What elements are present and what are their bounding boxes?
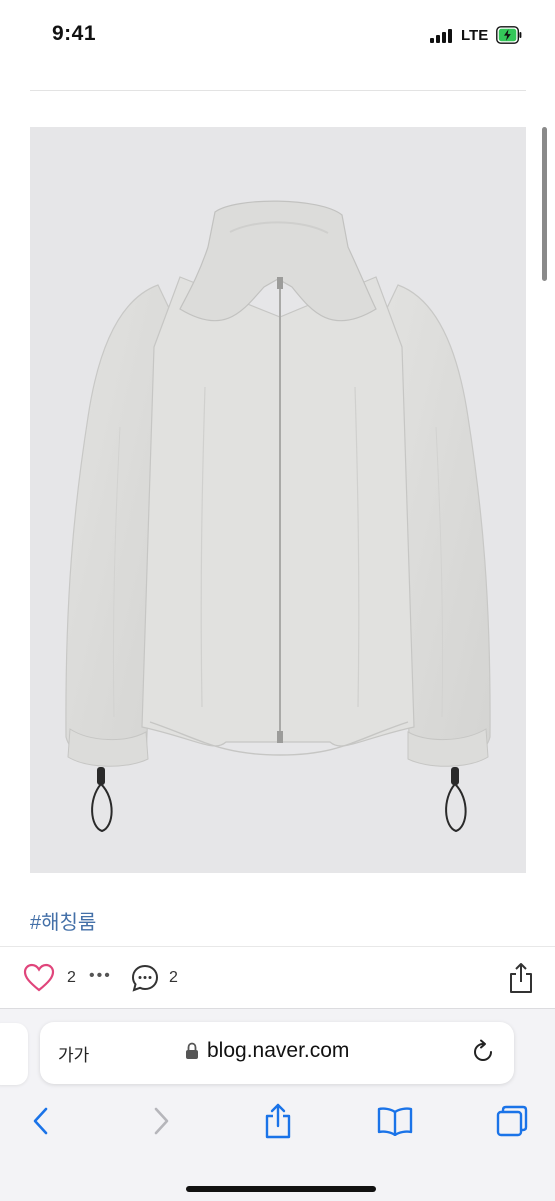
browser-chrome: 가가 blog.naver.com	[0, 1008, 555, 1201]
share-icon	[510, 963, 532, 993]
back-button[interactable]	[17, 1097, 65, 1145]
text-size-button[interactable]: 가가	[58, 1041, 89, 1066]
status-bar: 9:41 LTE	[0, 0, 555, 72]
comment-icon	[131, 964, 159, 992]
top-divider	[30, 90, 526, 91]
section-divider	[0, 946, 555, 947]
reaction-bar: 2 ••• 2	[0, 950, 555, 1006]
battery-charging-icon	[496, 26, 522, 44]
forward-icon	[154, 1107, 169, 1135]
bookmarks-button[interactable]	[371, 1097, 419, 1145]
reload-icon[interactable]	[470, 1039, 496, 1065]
previous-tab-preview[interactable]	[0, 1023, 28, 1085]
scroll-indicator[interactable]	[542, 127, 547, 281]
comment-button[interactable]	[129, 962, 161, 994]
status-time: 9:41	[52, 22, 97, 45]
home-indicator[interactable]	[186, 1186, 376, 1192]
lock-icon	[186, 1042, 198, 1059]
url-display[interactable]: blog.naver.com	[185, 1039, 349, 1063]
heart-icon	[23, 963, 55, 992]
address-bar[interactable]: 가가 blog.naver.com	[40, 1022, 514, 1084]
bookmarks-icon	[377, 1107, 413, 1136]
share-icon	[265, 1103, 291, 1139]
forward-button[interactable]	[137, 1097, 185, 1145]
comment-count: 2	[169, 969, 178, 986]
like-button[interactable]	[22, 962, 56, 994]
jacket-illustration	[65, 200, 491, 833]
back-icon	[33, 1107, 48, 1135]
browser-toolbar	[0, 1097, 555, 1147]
url-text: blog.naver.com	[207, 1039, 350, 1062]
tabs-icon	[496, 1105, 528, 1137]
post-share-button[interactable]	[504, 960, 538, 996]
hashtag-link[interactable]: #해칭룸	[30, 906, 96, 935]
tabs-button[interactable]	[488, 1097, 536, 1145]
signal-icon	[430, 29, 454, 43]
like-count: 2	[67, 969, 76, 986]
post-image[interactable]	[30, 127, 526, 873]
more-button[interactable]: •••	[89, 967, 112, 985]
browser-share-button[interactable]	[254, 1097, 302, 1145]
network-label: LTE	[461, 27, 489, 44]
